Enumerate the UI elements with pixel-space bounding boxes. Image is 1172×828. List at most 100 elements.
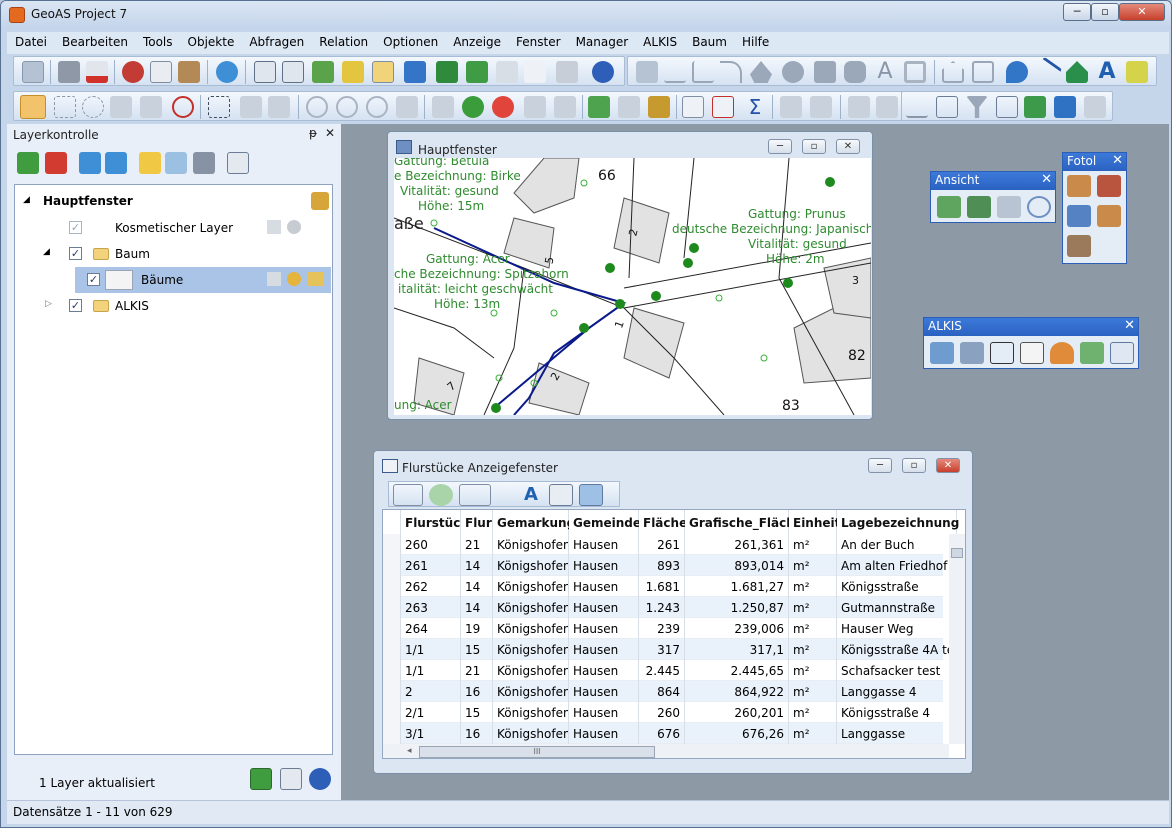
sum-icon[interactable]: Σ (744, 96, 766, 118)
column-header[interactable]: Fläche (639, 510, 687, 534)
pdf-icon[interactable] (86, 61, 108, 83)
undo-icon[interactable] (216, 61, 238, 83)
table-cell[interactable]: 1/1 (401, 660, 461, 681)
delete-record-icon[interactable] (712, 96, 734, 118)
tree-item-baeume[interactable]: ✓ Bäume (75, 267, 331, 293)
copy-icon[interactable] (150, 61, 172, 83)
table-cell[interactable]: m² (789, 702, 837, 723)
table-cell[interactable]: Königshofen (493, 681, 569, 702)
help-icon[interactable] (592, 61, 614, 83)
zoom-query-icon[interactable] (366, 96, 388, 118)
column-header[interactable]: Lagebezeichnung (837, 510, 959, 534)
reshape-icon[interactable] (942, 61, 964, 83)
photo-import-icon[interactable] (1067, 205, 1091, 227)
list-icon[interactable] (936, 96, 958, 118)
table-cell[interactable]: 239 (639, 618, 685, 639)
table-row[interactable]: 2/1 15 Königshofen Hausen 260 260,201 m² Königs… (383, 702, 957, 723)
menu-bearbeiten[interactable]: Bearbeiten (54, 32, 135, 54)
polygon-tool-icon[interactable] (750, 61, 772, 83)
photo-delete-icon[interactable] (1097, 175, 1121, 197)
table-cell[interactable]: 1.243 (639, 597, 685, 618)
tree-root[interactable]: ◢ Hauptfenster (15, 189, 332, 215)
layer-label-icon[interactable] (307, 272, 323, 286)
table-cell[interactable]: 2.445,65 (685, 660, 789, 681)
select-arrow-icon[interactable] (459, 484, 491, 506)
expand-icon[interactable]: ◢ (43, 247, 50, 257)
table-cell[interactable]: Langgasse (837, 723, 957, 744)
locate-icon[interactable] (492, 96, 514, 118)
wave-icon[interactable] (1054, 96, 1076, 118)
palette-close-icon[interactable]: ✕ (1112, 153, 1123, 168)
legend-icon[interactable] (682, 96, 704, 118)
frame-tool-icon[interactable] (904, 61, 926, 83)
rectangle-tool-icon[interactable] (814, 61, 836, 83)
layer-edit-icon[interactable] (267, 220, 281, 234)
table-cell[interactable]: Hausen (569, 597, 639, 618)
palette-close-icon[interactable]: ✕ (1124, 318, 1135, 333)
tag-icon[interactable] (524, 96, 546, 118)
ellipse-tool-icon[interactable] (782, 61, 804, 83)
row-selector-header[interactable] (383, 510, 401, 534)
row-selector[interactable] (383, 723, 401, 744)
table-cell[interactable]: Hausen (569, 534, 639, 555)
menu-datei[interactable]: Datei (7, 32, 54, 54)
column-header[interactable]: Gemarkung (493, 510, 575, 534)
root-settings-icon[interactable] (311, 192, 329, 210)
columns-icon[interactable] (579, 484, 603, 506)
table-cell[interactable]: 262 (401, 576, 461, 597)
table-cell[interactable]: Hausen (569, 639, 639, 660)
rounded-rect-tool-icon[interactable] (844, 61, 866, 83)
table-cell[interactable]: 317 (639, 639, 685, 660)
building-icon[interactable] (1084, 96, 1106, 118)
close-button[interactable]: ✕ (1119, 3, 1165, 21)
settings-grid-icon[interactable] (280, 768, 302, 790)
table-row[interactable]: 263 14 Königshofen Hausen 1.243 1.250,87 m² Gut… (383, 597, 957, 618)
view-zoom-icon[interactable] (1027, 196, 1051, 218)
table-cell[interactable]: 19 (461, 618, 493, 639)
layout-icon[interactable] (404, 61, 426, 83)
view-back-icon[interactable] (937, 196, 961, 218)
ruler-icon[interactable] (618, 96, 640, 118)
table-cell[interactable]: m² (789, 723, 837, 744)
table-cell[interactable]: Königshofen (493, 534, 569, 555)
row-selector[interactable] (383, 681, 401, 702)
column-header[interactable]: Gemeinde (569, 510, 641, 534)
object-icon[interactable] (780, 96, 802, 118)
table-cell[interactable]: Am alten Friedhof (837, 555, 957, 576)
map-close-button[interactable]: ✕ (836, 139, 860, 154)
chart-icon[interactable] (342, 61, 364, 83)
layer-checkbox[interactable]: ✓ (69, 299, 82, 312)
column-header[interactable]: Einheit (789, 510, 840, 534)
alkis-mail-icon[interactable] (1020, 342, 1044, 364)
table-cell[interactable]: 239,006 (685, 618, 789, 639)
hand-select-icon[interactable] (554, 96, 576, 118)
table-cell[interactable]: 676,26 (685, 723, 789, 744)
table-cell[interactable]: 15 (461, 639, 493, 660)
zoom-out-icon[interactable] (336, 96, 358, 118)
table-row[interactable]: 1/1 21 Königshofen Hausen 2.445 2.445,65 m² Sch… (383, 660, 957, 681)
cut-icon[interactable] (122, 61, 144, 83)
table-cell[interactable]: Hausen (569, 681, 639, 702)
row-selector[interactable] (383, 597, 401, 618)
layer-checkbox[interactable]: ✓ (69, 221, 82, 234)
table-cell[interactable]: 2.445 (639, 660, 685, 681)
add-layer-icon[interactable] (17, 152, 39, 174)
column-header[interactable]: Grafische_Fläche (685, 510, 803, 534)
query-icon[interactable] (496, 61, 518, 83)
layer-visible-icon[interactable] (287, 272, 301, 286)
baseline-icon[interactable] (906, 96, 928, 118)
table-cell[interactable]: m² (789, 555, 837, 576)
table-cell[interactable]: 261 (401, 555, 461, 576)
alkis-export-icon[interactable] (1110, 342, 1134, 364)
table-cell[interactable]: 1.250,87 (685, 597, 789, 618)
menu-relation[interactable]: Relation (311, 32, 375, 54)
select-circle-icon[interactable] (82, 96, 104, 118)
map-export-icon[interactable] (436, 61, 458, 83)
table-cell[interactable]: m² (789, 618, 837, 639)
select-region-icon[interactable] (140, 96, 162, 118)
table-cell[interactable]: Königshofen (493, 618, 569, 639)
table-cell[interactable]: 263 (401, 597, 461, 618)
table-list-icon[interactable] (282, 61, 304, 83)
table-cell[interactable]: 864,922 (685, 681, 789, 702)
table-cell[interactable]: Königshofen (493, 597, 569, 618)
